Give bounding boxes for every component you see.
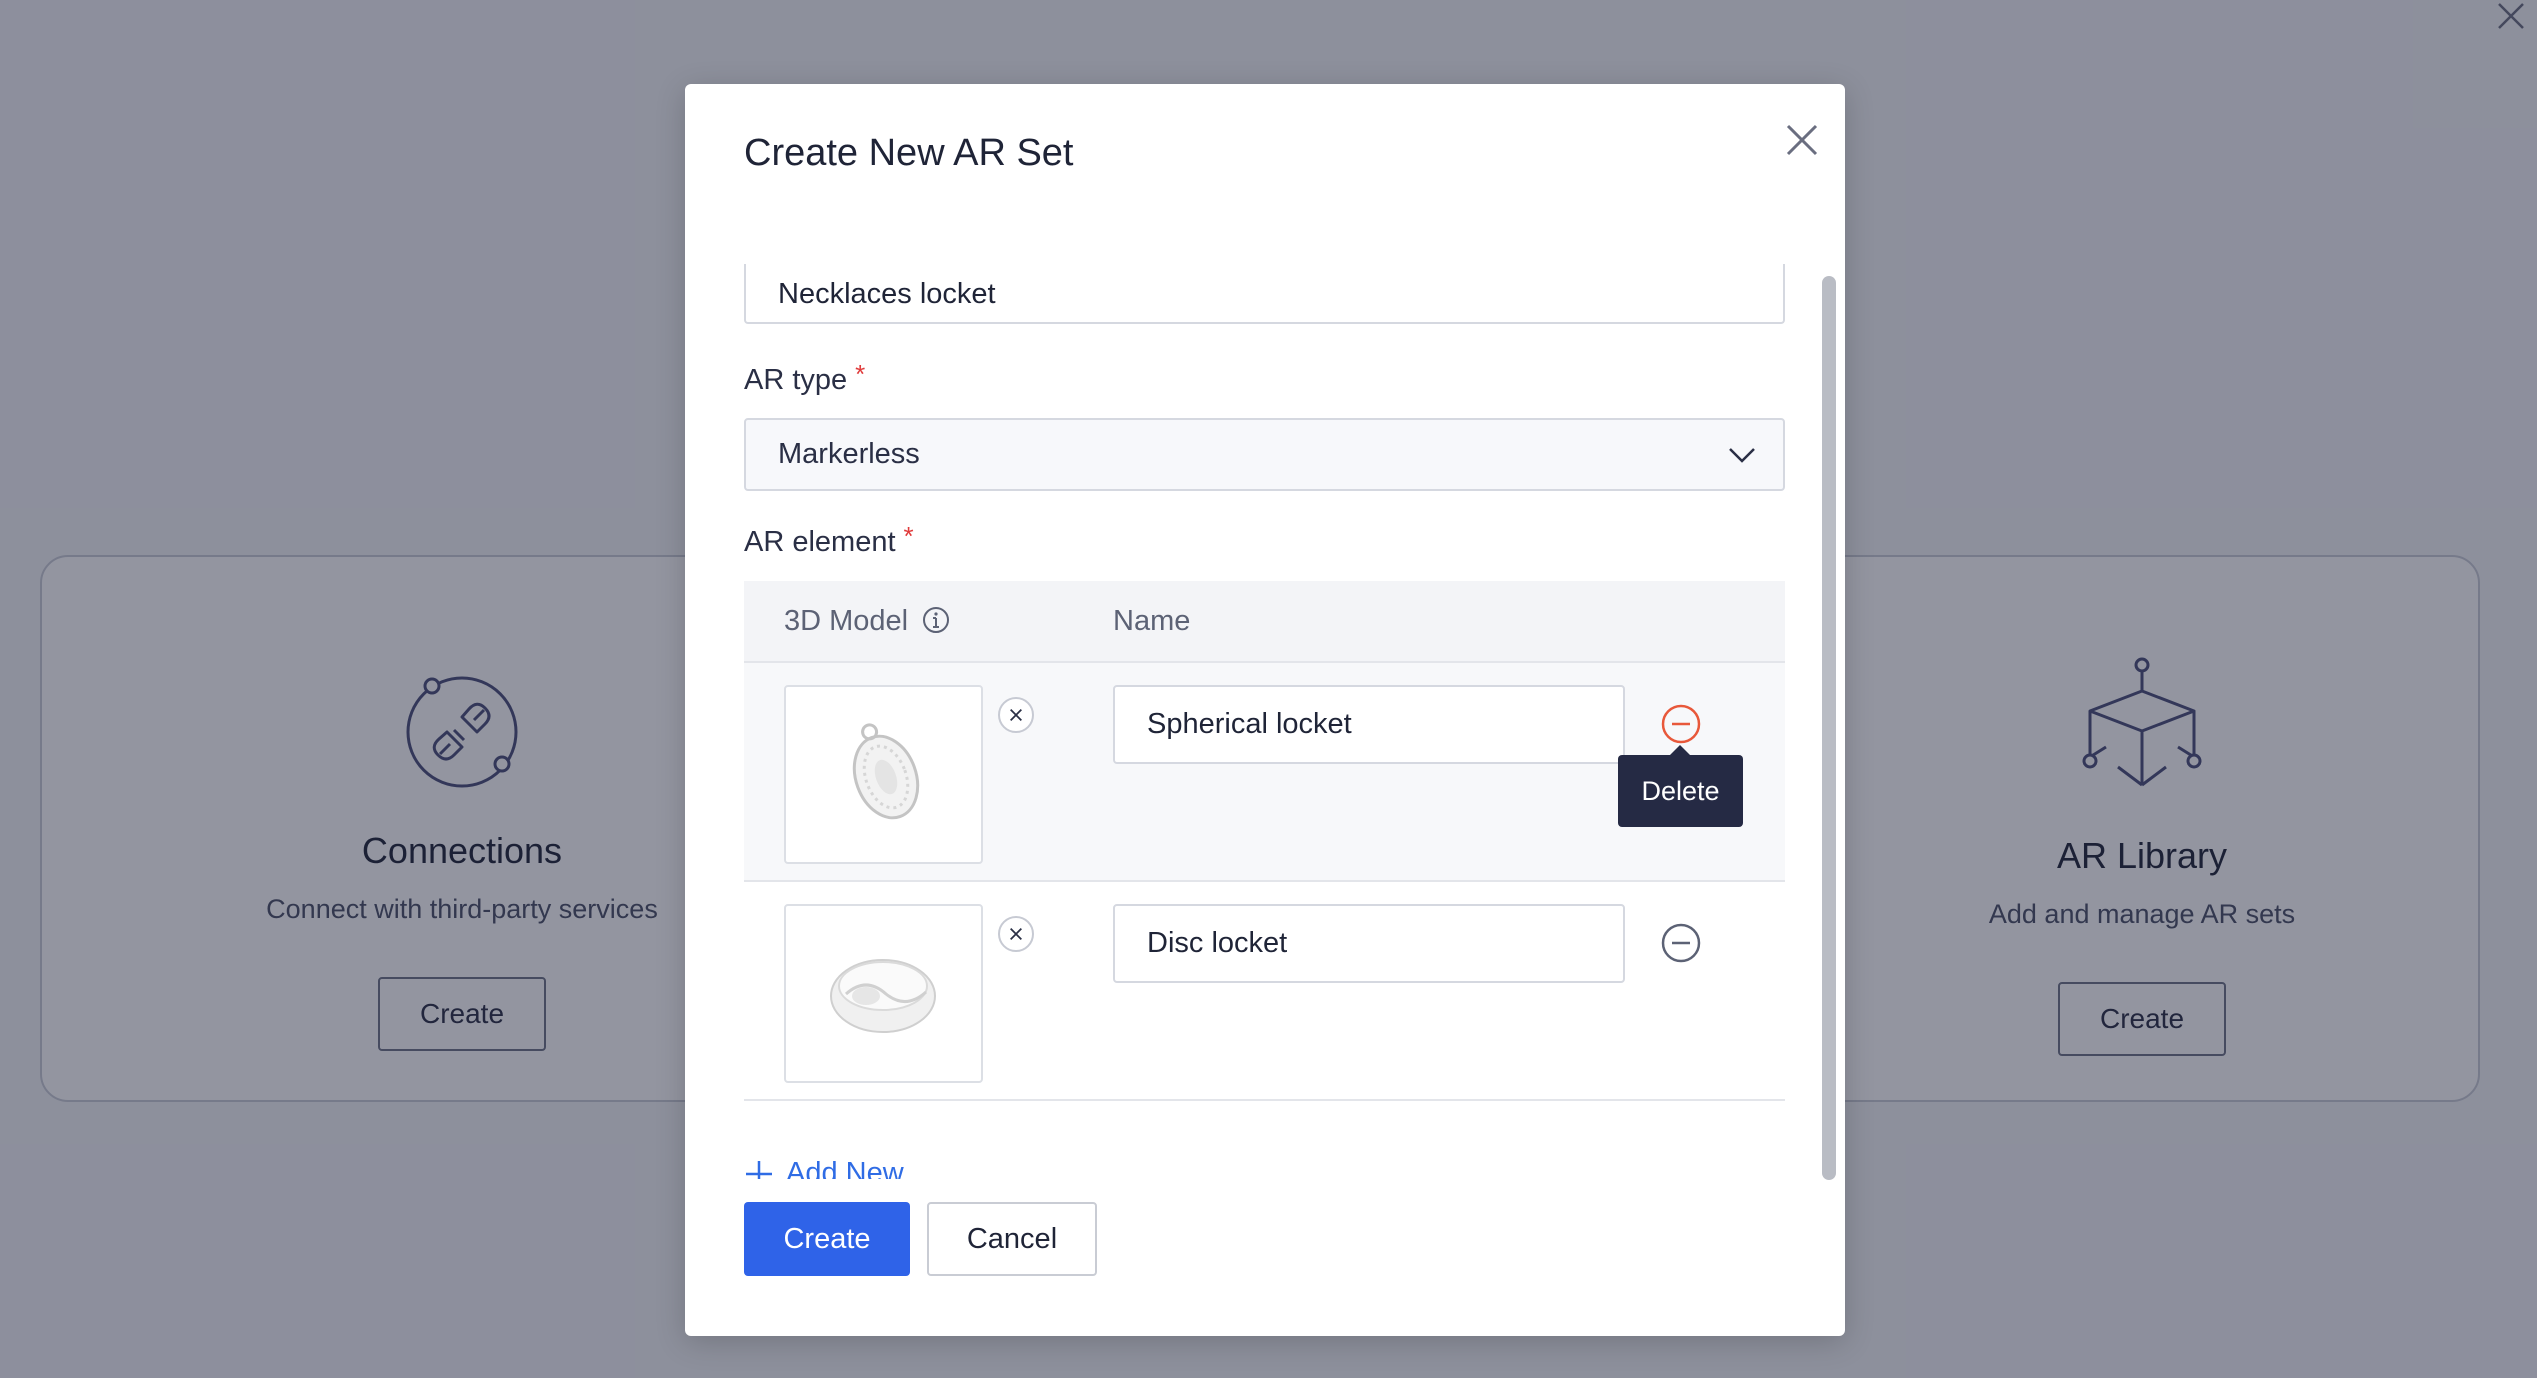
add-new-label: Add New xyxy=(786,1157,904,1179)
create-ar-set-modal: Create New AR Set Necklaces locket AR ty… xyxy=(685,84,1845,1336)
ar-type-select[interactable]: Markerless xyxy=(744,418,1785,491)
locket-model-image xyxy=(852,723,920,820)
ar-type-label: AR type * xyxy=(744,359,865,397)
required-mark: * xyxy=(855,359,866,389)
ar-set-name-input[interactable]: Necklaces locket xyxy=(744,264,1785,324)
remove-model-icon[interactable] xyxy=(998,697,1034,733)
delete-row-icon[interactable] xyxy=(1660,703,1702,745)
required-mark: * xyxy=(903,521,914,551)
column-header-name: Name xyxy=(1113,605,1191,637)
element-name-input[interactable]: Disc locket xyxy=(1113,904,1625,983)
plus-icon xyxy=(746,1160,772,1179)
ar-element-label-text: AR element xyxy=(744,526,896,558)
ar-element-table: 3D Model Name Spherical locket Delete Di… xyxy=(744,581,1785,1101)
modal-title: Create New AR Set xyxy=(744,132,1074,174)
add-new-link[interactable]: Add New xyxy=(744,1157,904,1179)
spherical-locket-thumbnail xyxy=(784,685,1034,864)
table-row: Spherical locket Delete xyxy=(744,663,1785,882)
delete-row-icon[interactable] xyxy=(1660,922,1702,964)
ar-type-selected-value: Markerless xyxy=(778,438,920,470)
disc-locket-thumbnail xyxy=(784,904,1034,1083)
locket-model-image xyxy=(830,959,936,1033)
modal-body: Necklaces locket AR type * Markerless AR … xyxy=(685,179,1845,1179)
ar-element-label: AR element * xyxy=(744,521,914,559)
table-row: Disc locket xyxy=(744,882,1785,1101)
info-icon[interactable] xyxy=(922,606,950,634)
delete-tooltip: Delete xyxy=(1618,745,1743,827)
element-name-input[interactable]: Spherical locket xyxy=(1113,685,1625,764)
create-button[interactable]: Create xyxy=(744,1202,910,1276)
modal-scrollbar[interactable] xyxy=(1822,276,1836,1180)
cancel-button[interactable]: Cancel xyxy=(927,1202,1097,1276)
modal-close-icon[interactable] xyxy=(1778,116,1826,164)
table-header: 3D Model Name xyxy=(744,581,1785,663)
ar-type-label-text: AR type xyxy=(744,364,848,396)
column-header-3d-model: 3D Model xyxy=(784,605,950,638)
chevron-down-icon xyxy=(1729,448,1755,463)
remove-model-icon[interactable] xyxy=(998,916,1034,952)
